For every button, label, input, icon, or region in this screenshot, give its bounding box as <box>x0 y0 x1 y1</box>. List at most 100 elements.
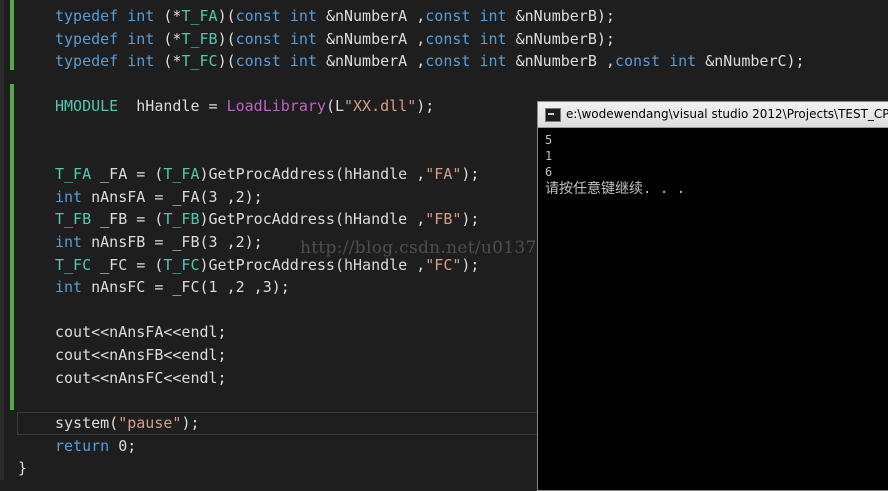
code-token: cout<<nAnsFA<<endl; <box>55 323 227 341</box>
code-line: int nAnsFB = _FB(3 ,2); <box>55 231 263 253</box>
code-line: cout<<nAnsFC<<endl; <box>55 367 227 389</box>
code-token: "pause" <box>118 414 182 432</box>
code-token: T_FB <box>163 210 200 228</box>
code-token: )GetProcAddress(hHandle , <box>199 165 426 183</box>
console-app-icon <box>545 108 561 122</box>
code-line: system("pause"); <box>55 412 200 434</box>
code-token: T_FC <box>55 256 101 274</box>
code-token: ); <box>461 210 480 228</box>
code-token: LoadLibrary <box>226 97 326 115</box>
code-token: T_FB <box>55 210 101 228</box>
code-token: int <box>55 278 92 296</box>
code-token: HMODULE <box>55 97 137 115</box>
console-titlebar[interactable]: e:\wodewendang\visual studio 2012\Projec… <box>538 102 888 128</box>
change-indicator-bar <box>10 0 14 70</box>
code-token: &nNumberB); <box>515 30 615 48</box>
code-token: &nNumberA , <box>325 7 426 25</box>
code-token: ); <box>461 165 480 183</box>
code-token: int <box>479 30 516 48</box>
code-token: const <box>235 52 290 70</box>
code-token: typedef <box>55 52 128 70</box>
code-token: T_FC <box>181 52 218 70</box>
code-token: T_FA <box>181 7 218 25</box>
code-token: &nNumberB , <box>515 52 615 70</box>
code-line: cout<<nAnsFA<<endl; <box>55 321 227 343</box>
code-token: &nNumberB); <box>515 7 615 25</box>
code-token: )( <box>217 30 236 48</box>
code-token: int <box>479 7 516 25</box>
code-token: typedef <box>55 30 128 48</box>
code-token: "FC" <box>425 256 462 274</box>
code-token: )( <box>217 7 236 25</box>
code-token: const <box>235 7 290 25</box>
code-token: ); <box>181 414 200 432</box>
console-output-line: 5 <box>545 133 553 147</box>
code-token: nAnsFA = _FA(3 ,2); <box>91 188 263 206</box>
code-line: T_FA _FA = (T_FA)GetProcAddress(hHandle … <box>55 163 479 185</box>
code-line: cout<<nAnsFB<<endl; <box>55 344 227 366</box>
code-token: const <box>425 7 480 25</box>
code-token: (* <box>163 52 182 70</box>
console-output-line: 6 <box>545 165 553 179</box>
code-token: const <box>235 30 290 48</box>
code-token: int <box>127 52 164 70</box>
change-indicator-bar <box>10 84 14 410</box>
code-line: int nAnsFC = _FC(1 ,2 ,3); <box>55 276 290 298</box>
code-token: ); <box>461 256 480 274</box>
code-token: T_FB <box>181 30 218 48</box>
code-token: )GetProcAddress(hHandle , <box>199 256 426 274</box>
code-line: typedef int (*T_FB)(const int &nNumberA … <box>55 28 615 50</box>
code-token: int <box>289 52 326 70</box>
code-token: int <box>55 233 92 251</box>
code-token: int <box>55 188 92 206</box>
code-token: &nNumberC); <box>705 52 805 70</box>
code-token: nAnsFB = _FB(3 ,2); <box>91 233 263 251</box>
code-token: (L <box>325 97 344 115</box>
code-token: int <box>289 30 326 48</box>
code-token: _FB = ( <box>100 210 164 228</box>
code-line: HMODULE hHandle = LoadLibrary(L"XX.dll")… <box>55 95 434 117</box>
code-line: T_FC _FC = (T_FC)GetProcAddress(hHandle … <box>55 254 479 276</box>
code-token: hHandle = <box>136 97 227 115</box>
code-token: int <box>669 52 706 70</box>
code-token: cout<<nAnsFB<<endl; <box>55 346 227 364</box>
code-line: typedef int (*T_FA)(const int &nNumberA … <box>55 5 615 27</box>
console-output: 5 1 6 请按任意键继续. . . <box>545 132 888 198</box>
code-token: T_FA <box>55 165 101 183</box>
code-token: const <box>425 52 480 70</box>
code-token: (* <box>163 30 182 48</box>
console-output-line: 请按任意键继续. . . <box>545 181 686 197</box>
code-token: "XX.dll" <box>344 97 417 115</box>
code-token: &nNumberA , <box>325 52 426 70</box>
code-token: &nNumberA , <box>325 30 426 48</box>
code-token: T_FA <box>163 165 200 183</box>
code-token: int <box>127 30 164 48</box>
code-token: T_FC <box>163 256 200 274</box>
code-token: int <box>127 7 164 25</box>
console-title: e:\wodewendang\visual studio 2012\Projec… <box>566 107 888 121</box>
code-token: int <box>289 7 326 25</box>
code-token: const <box>614 52 670 70</box>
code-token: ); <box>416 97 435 115</box>
code-token: cout<<nAnsFC<<endl; <box>55 369 227 387</box>
code-token: )GetProcAddress(hHandle , <box>199 210 426 228</box>
code-token: int <box>479 52 516 70</box>
code-token: nAnsFC = _FC(1 ,2 ,3); <box>91 278 290 296</box>
code-token: (* <box>163 7 182 25</box>
code-token: system( <box>55 414 119 432</box>
code-token: "FA" <box>425 165 462 183</box>
code-line: return 0; <box>55 435 136 457</box>
code-line: T_FB _FB = (T_FB)GetProcAddress(hHandle … <box>55 208 479 230</box>
code-line: typedef int (*T_FC)(const int &nNumberA … <box>55 50 805 72</box>
code-token: _FA = ( <box>100 165 164 183</box>
console-output-line: 1 <box>545 149 553 163</box>
code-token: const <box>425 30 480 48</box>
console-window[interactable]: e:\wodewendang\visual studio 2012\Projec… <box>537 101 888 491</box>
code-token: 0; <box>118 437 137 455</box>
code-token: _FC = ( <box>100 256 164 274</box>
closing-brace: } <box>18 459 28 477</box>
code-token: return <box>55 437 119 455</box>
code-token: )( <box>217 52 236 70</box>
editor-gutter <box>0 0 4 480</box>
code-line: int nAnsFA = _FA(3 ,2); <box>55 186 263 208</box>
